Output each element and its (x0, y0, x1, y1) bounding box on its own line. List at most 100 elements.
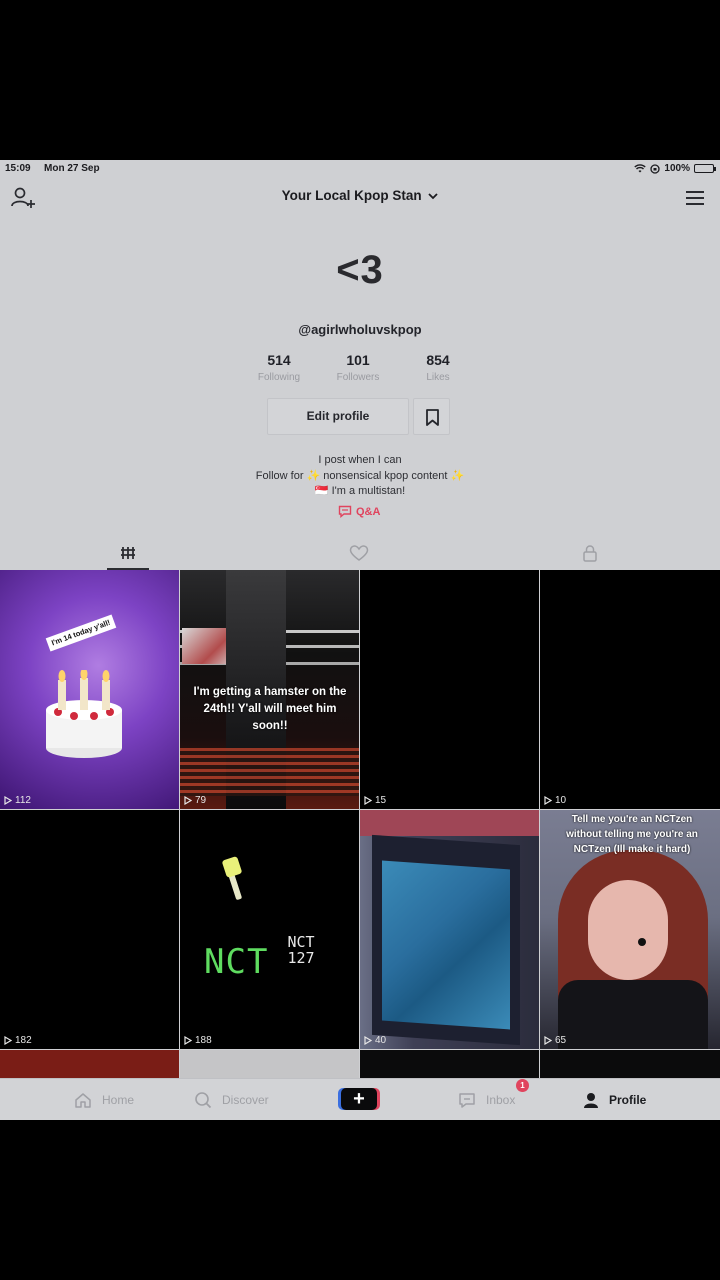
video-tile[interactable]: I'm getting a hamster on the 24th!! Y'al… (180, 570, 359, 809)
microphone (638, 938, 646, 946)
tab-private[interactable] (480, 536, 720, 570)
stat-label: Followers (336, 372, 380, 383)
birthday-cake-icon (46, 670, 122, 758)
view-count: 79 (184, 795, 206, 806)
view-count-value: 188 (195, 1035, 212, 1046)
bio-line: 🇸🇬 I'm a multistan! (314, 485, 406, 497)
nav-home[interactable]: Home (74, 1087, 134, 1113)
qa-label: Q&A (356, 505, 381, 518)
play-outline-icon (364, 796, 372, 805)
video-tile[interactable] (180, 1050, 359, 1080)
video-tile[interactable] (360, 1050, 539, 1080)
nav-profile-label: Profile (609, 1093, 647, 1107)
bio-line: Follow for ✨ nonsensical kpop content ✨ (255, 470, 465, 482)
stat-value: 854 (426, 352, 450, 368)
video-tile[interactable]: Tell me you're an NCTzen without telling… (540, 810, 720, 1049)
battery-percent: 100% (664, 163, 690, 174)
play-outline-icon (4, 1036, 12, 1045)
lock-icon (583, 545, 597, 562)
video-tile[interactable]: 10 (540, 570, 720, 809)
bookmark-icon (426, 409, 439, 426)
video-tile[interactable]: I'm 14 today y'all! 112 (0, 570, 179, 809)
create-button[interactable]: + (341, 1088, 377, 1110)
orientation-lock-icon (650, 163, 661, 174)
video-grid: I'm 14 today y'all! 112 I'm getting a ha… (0, 570, 720, 1080)
view-count: 15 (364, 795, 386, 806)
chevron-down-icon (428, 193, 439, 200)
play-outline-icon (184, 1036, 192, 1045)
view-count: 112 (4, 795, 31, 806)
stat-label: Following (257, 372, 301, 383)
heart-icon (349, 545, 369, 561)
nav-inbox-label: Inbox (486, 1093, 516, 1107)
account-name-label: Your Local Kpop Stan (281, 188, 422, 203)
stat-following[interactable]: 514 Following (234, 352, 324, 383)
nav-inbox[interactable]: Inbox (458, 1087, 515, 1113)
username-handle: @agirlwholuvskpop (298, 322, 422, 337)
view-count-value: 65 (555, 1035, 567, 1046)
bio-line: I post when I can (318, 454, 402, 466)
edit-profile-button[interactable]: Edit profile (267, 398, 409, 435)
face (588, 880, 668, 980)
hamburger-menu-icon[interactable] (684, 188, 706, 208)
play-outline-icon (544, 1036, 552, 1045)
stat-value: 514 (267, 352, 291, 368)
chat-icon (338, 505, 352, 518)
stat-followers[interactable]: 101 Followers (313, 352, 403, 383)
qa-link[interactable]: Q&A (338, 505, 380, 518)
tab-videos[interactable] (8, 536, 248, 570)
stat-likes: 854 Likes (393, 352, 483, 383)
stat-label: Likes (426, 372, 450, 383)
app-screen: 15:09 Mon 27 Sep 100% Your Local Kpop St… (0, 160, 720, 1120)
nav-profile[interactable]: Profile (583, 1087, 646, 1113)
view-count-value: 10 (555, 795, 567, 806)
view-count: 182 (4, 1035, 32, 1046)
nct-text: NCT (204, 942, 269, 982)
status-date: Mon 27 Sep (44, 163, 100, 174)
view-count-value: 79 (195, 795, 207, 806)
play-outline-icon (544, 796, 552, 805)
video-tile[interactable]: NCT NCT 127 188 (180, 810, 359, 1049)
view-count-value: 182 (15, 1035, 32, 1046)
video-caption: I'm getting a hamster on the 24th!! Y'al… (193, 686, 347, 732)
status-bar: 15:09 Mon 27 Sep 100% (0, 160, 720, 178)
view-count: 40 (364, 1035, 386, 1046)
play-outline-icon (4, 796, 12, 805)
video-tile[interactable]: 40 (360, 810, 539, 1049)
video-tile[interactable]: 182 (0, 810, 179, 1049)
status-indicators: 100% (634, 163, 716, 174)
lightstick-icon (222, 856, 242, 900)
battery-icon (694, 164, 716, 173)
album-cover (382, 860, 510, 1030)
inbox-icon (459, 1092, 475, 1108)
wifi-icon (634, 164, 647, 173)
notification-badge: 1 (516, 1079, 529, 1092)
top-bar: Your Local Kpop Stan (0, 178, 720, 218)
video-sticker-text: I'm 14 today y'all! (45, 614, 117, 652)
profile-icon (584, 1092, 598, 1108)
stat-value: 101 (346, 352, 370, 368)
video-caption: Tell me you're an NCTzen without telling… (566, 814, 698, 855)
view-count-value: 112 (15, 795, 31, 806)
nav-discover[interactable]: Discover (194, 1087, 269, 1113)
view-count: 10 (544, 795, 566, 806)
home-icon (75, 1092, 91, 1108)
nav-home-label: Home (102, 1093, 135, 1107)
view-count: 65 (544, 1035, 566, 1046)
avatar[interactable]: <3 (0, 248, 720, 293)
favorites-button[interactable] (413, 398, 450, 435)
nct127-text: NCT 127 (287, 933, 315, 967)
video-tile[interactable] (0, 1050, 179, 1080)
video-tile[interactable]: 15 (360, 570, 539, 809)
status-time: 15:09 (5, 163, 31, 174)
tab-liked[interactable] (240, 536, 480, 570)
play-outline-icon (184, 796, 192, 805)
video-tile[interactable] (540, 1050, 720, 1080)
view-count-value: 40 (375, 1035, 387, 1046)
view-count-value: 15 (375, 795, 387, 806)
view-count: 188 (184, 1035, 212, 1046)
bottom-nav: Home Discover + Inbox 1 Profile (0, 1078, 720, 1120)
nav-discover-label: Discover (222, 1093, 269, 1107)
play-outline-icon (364, 1036, 372, 1045)
account-switcher[interactable]: Your Local Kpop Stan (0, 188, 720, 203)
